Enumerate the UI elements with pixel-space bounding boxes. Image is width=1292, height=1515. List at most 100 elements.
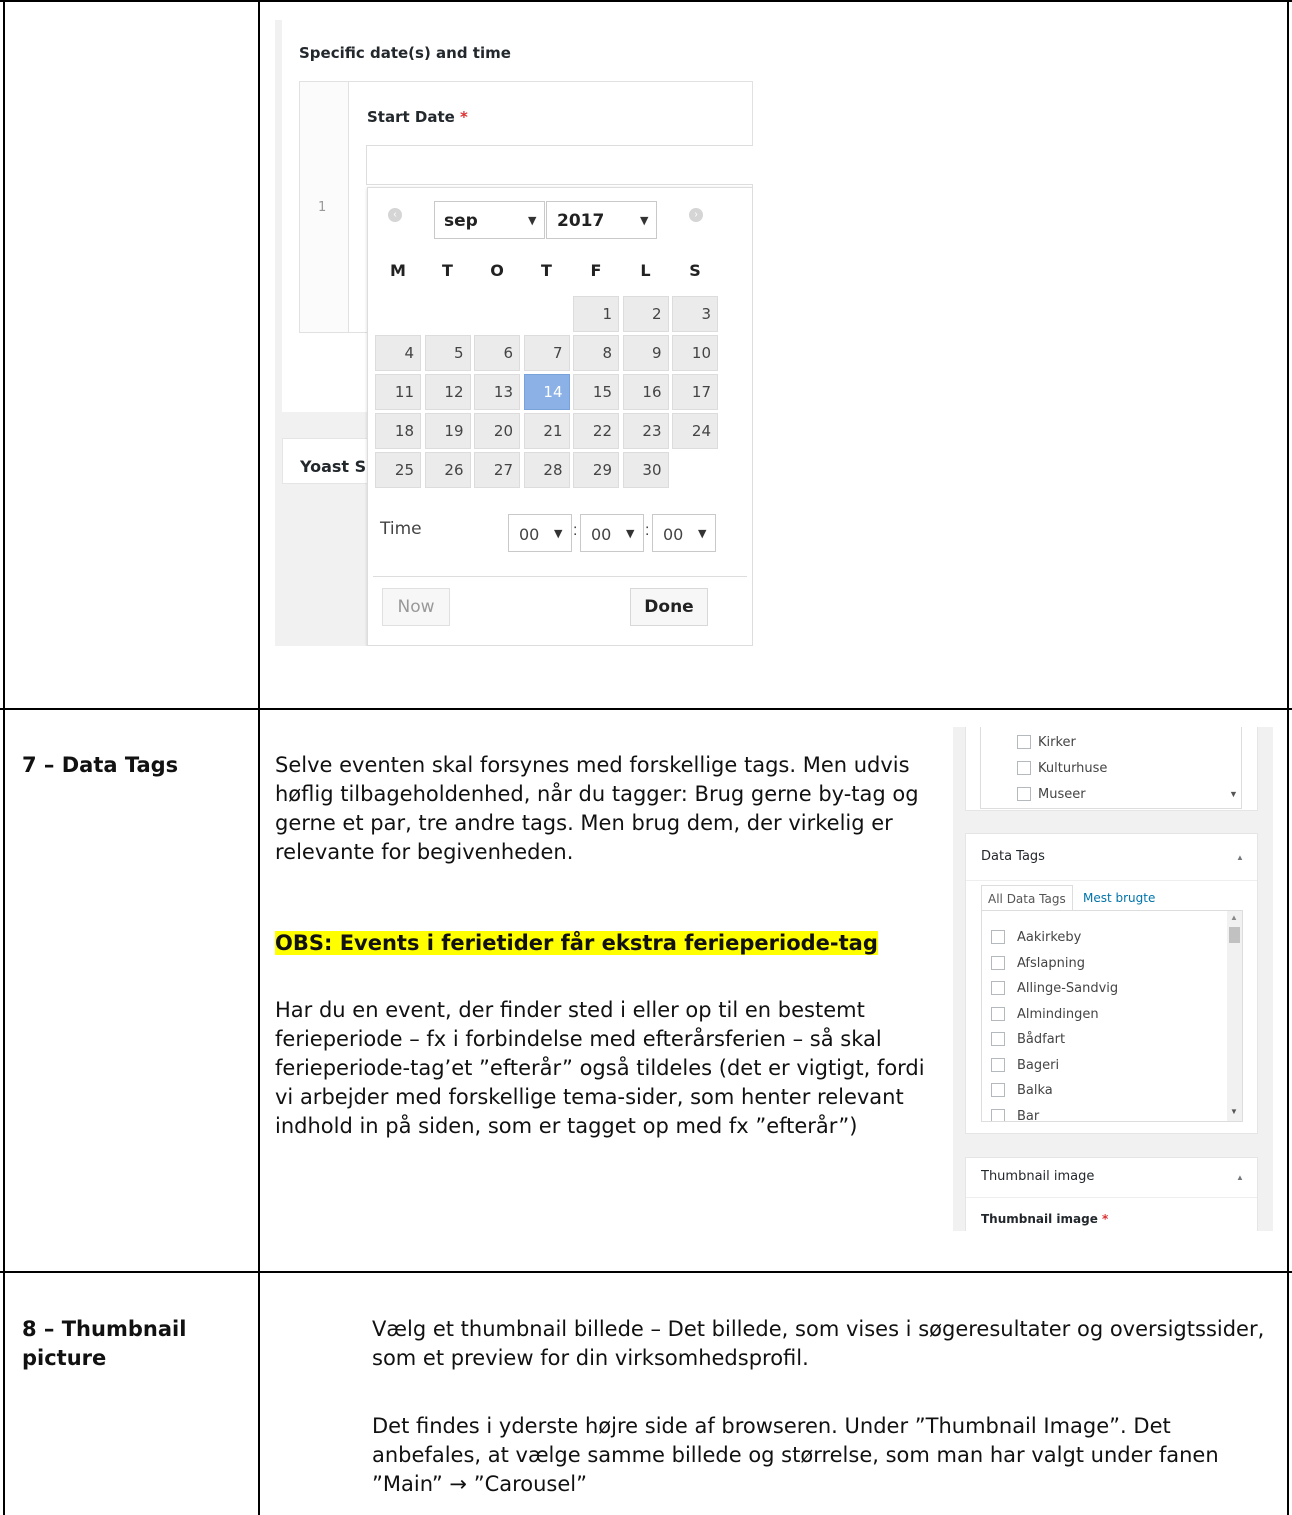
tag-checkbox[interactable] <box>991 1083 1005 1097</box>
calendar-day[interactable]: 30 <box>622 452 669 488</box>
calendar-day[interactable]: 2 <box>622 296 669 332</box>
calendar-day[interactable]: 5 <box>424 335 471 371</box>
scroll-thumb[interactable] <box>1229 927 1240 943</box>
tag-checkbox[interactable] <box>991 1108 1005 1121</box>
calendar-day[interactable]: 11 <box>375 374 421 410</box>
chevron-down-icon: ▼ <box>528 214 537 227</box>
calendar-day[interactable]: 15 <box>573 374 619 410</box>
category-checkbox[interactable] <box>1017 735 1031 749</box>
calendar-day[interactable]: 20 <box>474 413 520 449</box>
collapse-icon[interactable]: ▲ <box>1236 1173 1244 1182</box>
calendar-day[interactable]: 25 <box>375 452 421 488</box>
weekday-label: T <box>442 261 453 280</box>
tag-checkbox[interactable] <box>991 1032 1005 1046</box>
chevron-down-icon: ▼ <box>640 214 649 227</box>
tag-checkbox[interactable] <box>991 955 1005 970</box>
table-border-left <box>3 0 5 1515</box>
tab-popular[interactable]: Mest brugte <box>1083 891 1155 905</box>
second-value: 00 <box>663 525 684 544</box>
section-title: Specific date(s) and time <box>299 44 511 62</box>
tab-all-data-tags[interactable]: All Data Tags <box>981 885 1073 911</box>
calendar-day[interactable]: 21 <box>523 413 570 449</box>
required-mark: * <box>1102 1212 1109 1226</box>
tags-scrollbar[interactable]: ▲ ▼ <box>1227 911 1242 1121</box>
tag-checkbox[interactable] <box>991 930 1005 944</box>
calendar-day[interactable]: 4 <box>375 335 421 371</box>
calendar-day[interactable]: 16 <box>622 374 669 410</box>
calendar-day[interactable]: 17 <box>672 374 718 410</box>
chevron-down-icon: ▼ <box>554 527 563 540</box>
table-border-right <box>1287 0 1289 1515</box>
done-button[interactable]: Done <box>630 588 708 626</box>
calendar-day[interactable]: 29 <box>573 452 619 488</box>
weekday-label: F <box>590 261 602 280</box>
calendar-day[interactable]: 28 <box>523 452 570 488</box>
thumbnail-box: Thumbnail image ▲ Thumbnail image * <box>965 1157 1258 1231</box>
calendar-day[interactable]: 19 <box>424 413 471 449</box>
thumbnail-field-label: Thumbnail image * <box>981 1212 1108 1226</box>
hour-select[interactable]: 00 ▼ <box>508 514 572 552</box>
hour-value: 00 <box>519 525 540 544</box>
calendar-day[interactable]: 24 <box>672 413 718 449</box>
month-select[interactable]: sep ▼ <box>434 201 545 239</box>
tag-checkbox[interactable] <box>991 1057 1005 1072</box>
tag-checkbox[interactable] <box>991 981 1005 995</box>
calendar-day[interactable]: 10 <box>672 335 718 371</box>
thumbnail-field-text: Thumbnail image <box>981 1212 1098 1226</box>
chevron-down-icon: ▼ <box>698 527 707 540</box>
calendar-day[interactable]: 7 <box>523 335 570 371</box>
collapse-icon[interactable]: ▲ <box>1236 853 1244 862</box>
weekday-label: T <box>541 261 552 280</box>
weekday-label: M <box>390 261 406 280</box>
category-checkbox[interactable] <box>1017 761 1031 775</box>
table-border-row8 <box>0 1271 1292 1273</box>
tag-label: Bådfart <box>1017 1032 1066 1047</box>
calendar-day[interactable]: 3 <box>672 296 718 332</box>
calendar-day[interactable]: 27 <box>474 452 520 488</box>
weekday-label: S <box>689 261 701 280</box>
next-month-icon[interactable]: › <box>689 208 703 222</box>
start-date-label: Start Date * <box>367 108 468 126</box>
year-select[interactable]: 2017 ▼ <box>546 201 657 239</box>
categories-box: Kirker Kulturhuse Museer ▼ <box>965 727 1258 811</box>
category-checkbox[interactable] <box>1017 787 1031 801</box>
category-label: Museer <box>1038 787 1086 802</box>
calendar-day[interactable]: 9 <box>622 335 669 371</box>
table-border-middle <box>258 0 260 1515</box>
scroll-up-icon[interactable]: ▲ <box>1230 913 1238 922</box>
chevron-down-icon: ▼ <box>626 527 635 540</box>
row7-paragraph-2: Har du en event, der finder sted i eller… <box>275 998 925 1138</box>
category-label: Kirker <box>1038 735 1076 750</box>
calendar-day[interactable]: 8 <box>573 335 619 371</box>
thumbnail-title: Thumbnail image <box>981 1169 1095 1184</box>
datepicker-popup: ‹ › sep ▼ 2017 ▼ MTOTFLS 1 2 3 4 5 6 7 8 9 10 11 12… <box>367 187 753 646</box>
row7-label: 7 – Data Tags <box>22 753 179 777</box>
second-select[interactable]: 00 ▼ <box>652 514 716 552</box>
row7-highlight: OBS: Events i ferietider får ekstra feri… <box>275 929 878 958</box>
yoast-label: Yoast S <box>300 457 367 476</box>
minute-select[interactable]: 00 ▼ <box>580 514 644 552</box>
calendar-day[interactable]: 13 <box>474 374 520 410</box>
calendar-day[interactable]: 26 <box>424 452 471 488</box>
tag-checkbox[interactable] <box>991 1006 1005 1021</box>
tag-label: Afslapning <box>1017 955 1085 971</box>
scroll-down-icon[interactable]: ▼ <box>1230 1107 1238 1116</box>
time-separator: : <box>573 522 578 539</box>
sidebar-screenshot: Kirker Kulturhuse Museer ▼ Data Tags ▲ A… <box>953 727 1273 1231</box>
year-value: 2017 <box>557 211 605 231</box>
start-date-input[interactable] <box>366 145 753 185</box>
table-border-top <box>0 0 1292 2</box>
table-border-row7 <box>0 708 1292 710</box>
prev-month-icon[interactable]: ‹ <box>388 208 402 222</box>
now-button[interactable]: Now <box>382 588 450 626</box>
calendar-day[interactable]: 1 <box>573 296 619 332</box>
calendar-day[interactable]: 18 <box>375 413 421 449</box>
calendar-day[interactable]: 6 <box>474 335 520 371</box>
calendar-day[interactable]: 12 <box>424 374 471 410</box>
calendar-day[interactable]: 23 <box>622 413 669 449</box>
start-date-label-text: Start Date <box>367 108 455 126</box>
calendar-day[interactable]: 22 <box>573 413 619 449</box>
row8-label: 8 – Thumbnail picture <box>22 1317 187 1370</box>
scroll-down-icon[interactable]: ▼ <box>1229 789 1238 799</box>
calendar-day-selected[interactable]: 14 <box>523 374 570 410</box>
